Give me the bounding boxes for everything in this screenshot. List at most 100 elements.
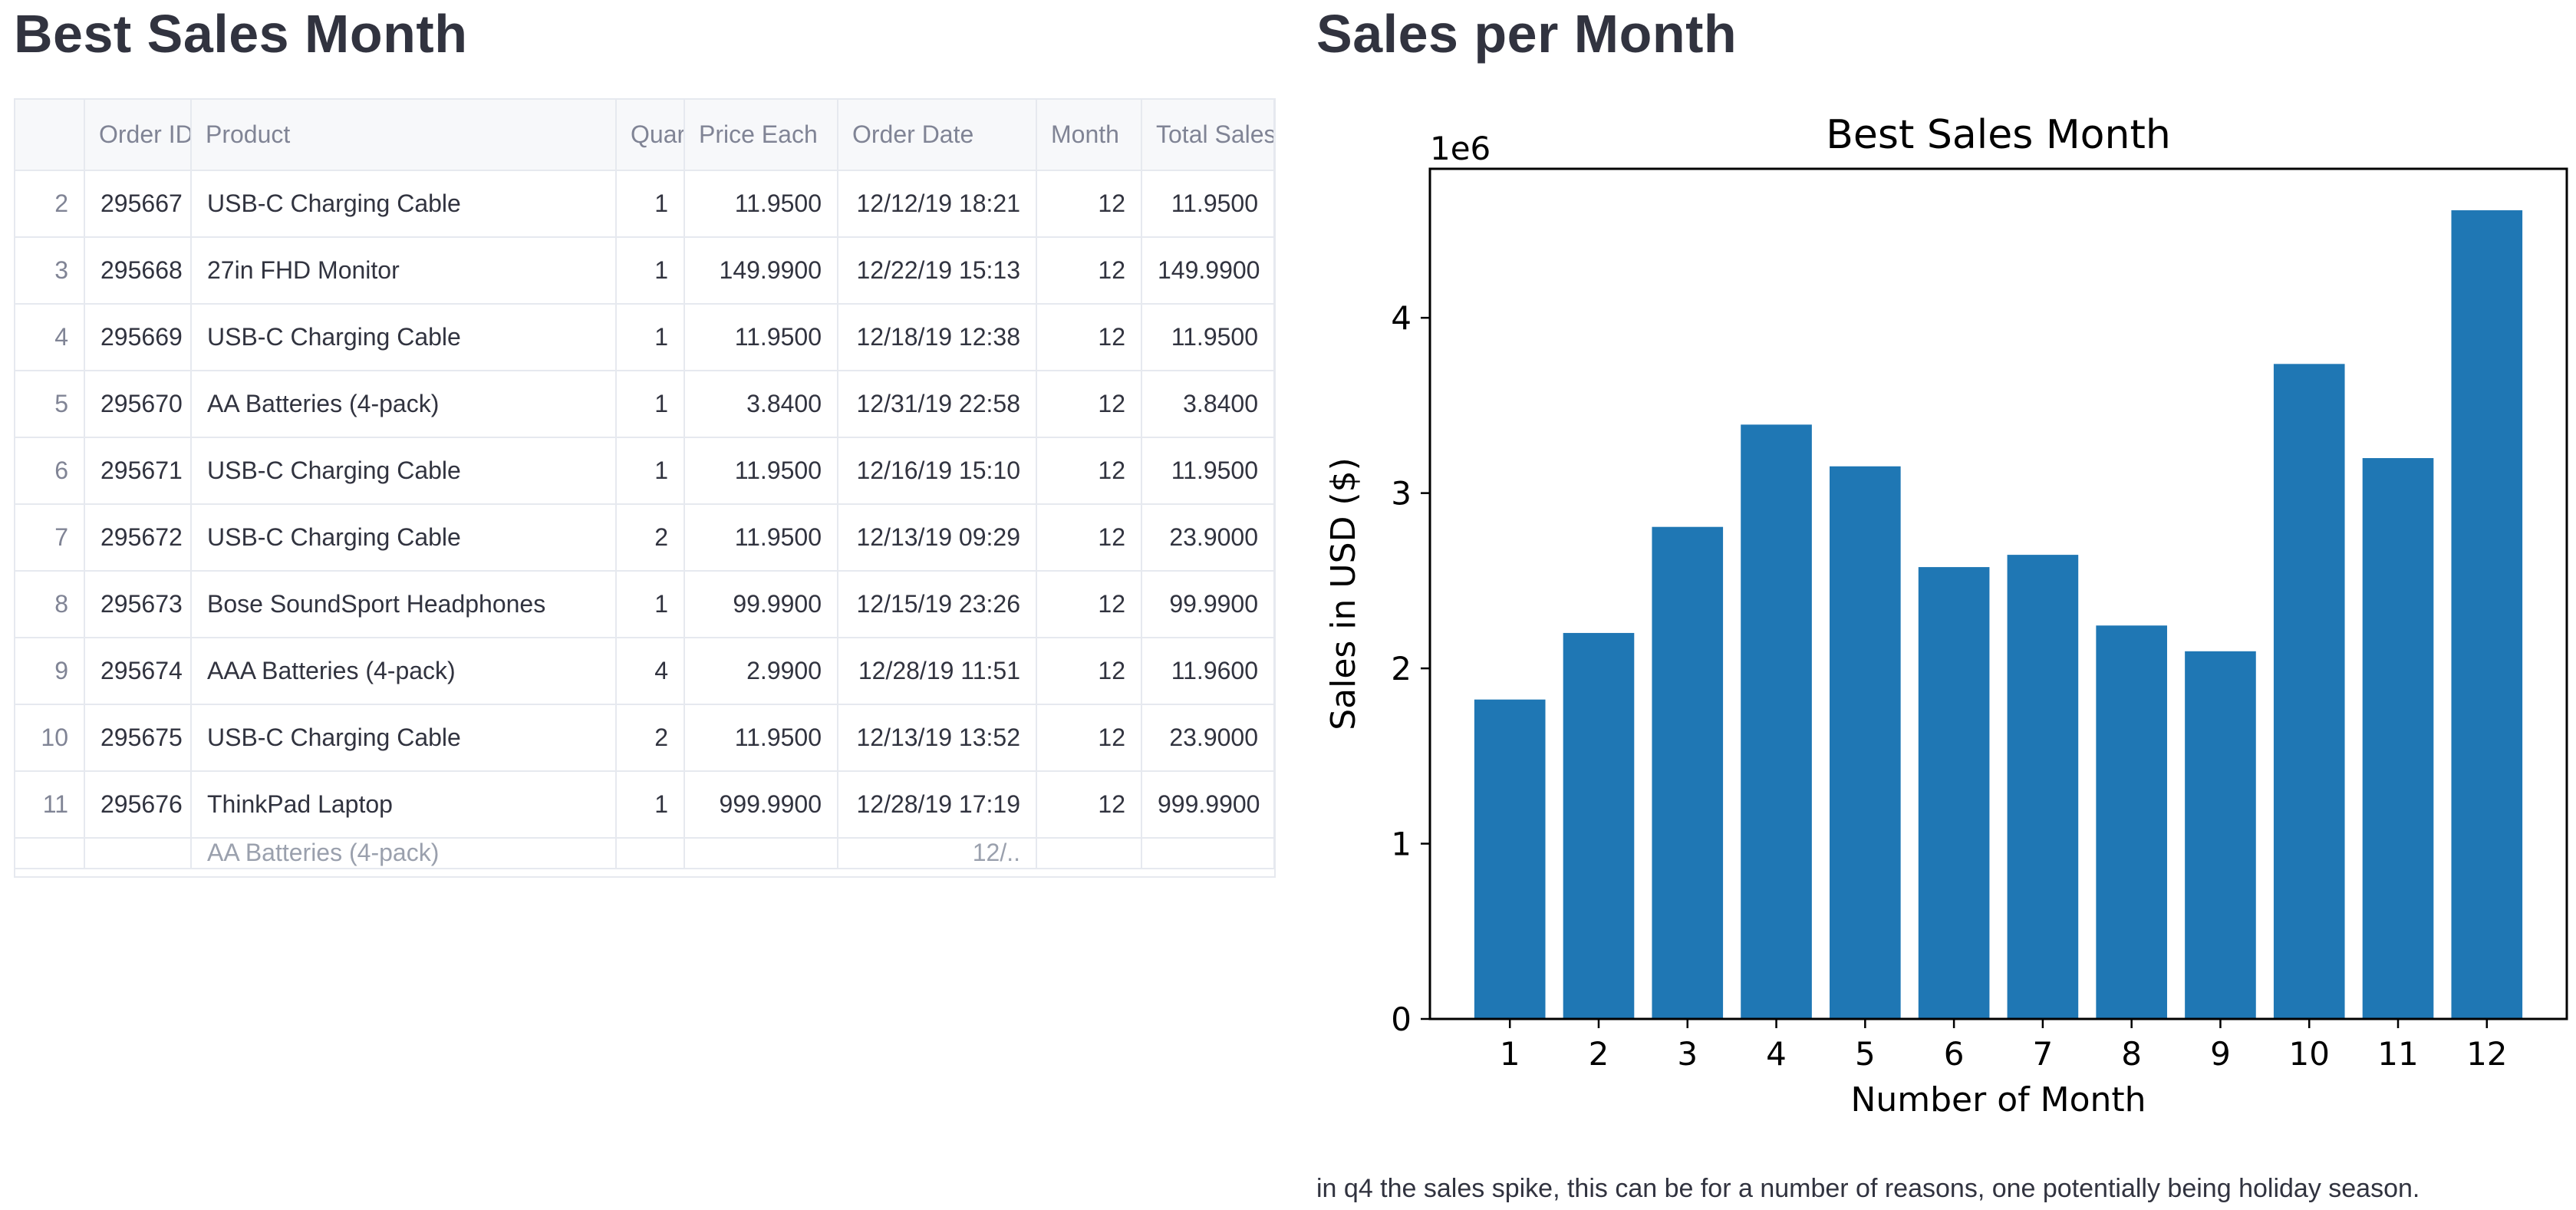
table-cell: 4 xyxy=(616,638,685,705)
table-cell: 295673 xyxy=(84,571,192,638)
bar-month-6 xyxy=(1918,567,1990,1019)
data-table: Order ID Product Quar Price Each Order Date M… xyxy=(15,100,1274,869)
table-cell: 149.9900 xyxy=(1141,237,1274,305)
table-cell: 12 xyxy=(1036,504,1142,572)
y-tick-label: 2 xyxy=(1391,650,1412,687)
table-row[interactable]: 2 295667 USB-C Charging Cable 1 11.9500 12/12… xyxy=(15,170,1274,238)
bar-month-5 xyxy=(1830,466,1901,1019)
table-cell: 12 xyxy=(1036,237,1142,305)
table-cell: 149.9900 xyxy=(684,237,838,305)
table-cell: 12/16/19 15:10 xyxy=(838,437,1037,505)
bar-month-10 xyxy=(2273,364,2345,1019)
table-cell: 23.9000 xyxy=(1141,504,1274,572)
table-cell: USB-C Charging Cable xyxy=(191,437,617,505)
table-cell: 11.9500 xyxy=(1141,437,1274,505)
y-tick-label: 0 xyxy=(1391,1001,1412,1038)
row-index: 7 xyxy=(15,504,85,572)
table-cell: 12/31/19 22:58 xyxy=(838,371,1037,438)
table-cell: 12/18/19 12:38 xyxy=(838,304,1037,371)
table-row[interactable]: 6 295671 USB-C Charging Cable 1 11.9500 12/16… xyxy=(15,437,1274,505)
y-tick-label: 3 xyxy=(1391,475,1412,513)
row-index: 11 xyxy=(15,771,85,839)
table-cell: USB-C Charging Cable xyxy=(191,170,617,238)
bar-month-9 xyxy=(2185,651,2256,1019)
table-body: 2 295667 USB-C Charging Cable 1 11.9500 12/12… xyxy=(15,170,1274,869)
table-cell: 23.9000 xyxy=(1141,704,1274,772)
table-cell: 12/15/19 23:26 xyxy=(838,571,1037,638)
chart-section-title: Sales per Month xyxy=(1316,4,1738,64)
x-tick-label: 3 xyxy=(1677,1035,1698,1073)
table-cell: AAA Batteries (4-pack) xyxy=(191,638,617,705)
x-tick-label: 10 xyxy=(2289,1035,2330,1073)
column-header[interactable]: Order ID xyxy=(84,100,192,171)
bar-month-7 xyxy=(2007,555,2079,1019)
x-tick-label: 1 xyxy=(1500,1035,1520,1073)
table-cell: 295670 xyxy=(84,371,192,438)
table-cell: 11.9500 xyxy=(684,170,838,238)
table-cell: 99.9900 xyxy=(1141,571,1274,638)
table-cell: 999.9900 xyxy=(1141,771,1274,839)
bar-month-8 xyxy=(2096,625,2167,1019)
table-row[interactable]: 8 295673 Bose SoundSport Headphones 1 99.990… xyxy=(15,571,1274,638)
table-cell: 12 xyxy=(1036,771,1142,839)
table-row[interactable]: 5 295670 AA Batteries (4-pack) 1 3.8400 12/31… xyxy=(15,371,1274,438)
x-tick-label: 5 xyxy=(1855,1035,1876,1073)
bar-month-1 xyxy=(1474,699,1546,1019)
x-axis-label: Number of Month xyxy=(1850,1080,2146,1119)
table-cell: 12/28/19 17:19 xyxy=(838,771,1037,839)
table-cell: USB-C Charging Cable xyxy=(191,304,617,371)
y-tick-label: 4 xyxy=(1391,299,1412,337)
index-header[interactable] xyxy=(15,100,85,171)
table-cell: AA Batteries (4-pack) xyxy=(191,371,617,438)
chart-title: Best Sales Month xyxy=(1826,112,2171,158)
bar-month-3 xyxy=(1652,526,1724,1019)
table-cell: 2.9900 xyxy=(684,638,838,705)
table-row[interactable]: 4 295669 USB-C Charging Cable 1 11.9500 12/18… xyxy=(15,304,1274,371)
table-cell: 12/28/19 11:51 xyxy=(838,638,1037,705)
column-header[interactable]: Order Date xyxy=(838,100,1037,171)
table-cell: 295672 xyxy=(84,504,192,572)
x-tick-label: 7 xyxy=(2033,1035,2054,1073)
table-cell: 11.9500 xyxy=(684,437,838,505)
table-row[interactable]: 10 295675 USB-C Charging Cable 2 11.9500 12/1… xyxy=(15,704,1274,772)
bar-chart: 1 2 3 4 5 6 7 8 9 10 11 12012341e6 Best Sales MonthN… xyxy=(1324,112,2568,1119)
column-header[interactable]: Total Sales xyxy=(1141,100,1274,171)
table-cell: 295676 xyxy=(84,771,192,839)
table-cell: 295675 xyxy=(84,704,192,772)
y-scale-label: 1e6 xyxy=(1430,130,1491,167)
column-header[interactable]: Price Each xyxy=(684,100,838,171)
table-cell: 1 xyxy=(616,304,685,371)
table-cell: 2 xyxy=(616,704,685,772)
table-cell: ThinkPad Laptop xyxy=(191,771,617,839)
bar-month-2 xyxy=(1563,632,1635,1019)
table-row[interactable]: 3 295668 27in FHD Monitor 1 149.9900 12/22/19… xyxy=(15,237,1274,305)
table-row[interactable]: 7 295672 USB-C Charging Cable 2 11.9500 12/13… xyxy=(15,504,1274,572)
chart-caption: in q4 the sales spike, this can be for a… xyxy=(1316,1174,2420,1203)
bar-month-12 xyxy=(2451,210,2523,1020)
table-cell: 12/22/19 15:13 xyxy=(838,237,1037,305)
bar-month-11 xyxy=(2362,458,2434,1019)
table-cell: 12/13/19 09:29 xyxy=(838,504,1037,572)
table-cell: 1 xyxy=(616,437,685,505)
y-axis-label: Sales in USD ($) xyxy=(1324,457,1363,730)
x-tick-label: 6 xyxy=(1944,1035,1965,1073)
x-tick-label: 2 xyxy=(1589,1035,1609,1073)
table-cell: 12/12/19 18:21 xyxy=(838,170,1037,238)
table-row[interactable]: 11 295676 ThinkPad Laptop 1 999.9900 12/28/19… xyxy=(15,771,1274,839)
column-header[interactable]: Quar xyxy=(616,100,685,171)
table-cell: 12 xyxy=(1036,371,1142,438)
table-cell: USB-C Charging Cable xyxy=(191,504,617,572)
table-cell xyxy=(1141,838,1274,869)
table-cell: 1 xyxy=(616,571,685,638)
sales-dataframe[interactable]: Order ID Product Quar Price Each Order Date M… xyxy=(14,98,1276,878)
bar-month-4 xyxy=(1741,424,1812,1019)
table-row[interactable]: 9 295674 AAA Batteries (4-pack) 4 2.9900 12/2… xyxy=(15,638,1274,705)
x-tick-label: 9 xyxy=(2210,1035,2231,1073)
table-cell: 1 xyxy=(616,170,685,238)
column-header[interactable]: Month xyxy=(1036,100,1142,171)
column-header[interactable]: Product xyxy=(191,100,617,171)
table-cell: 12 xyxy=(1036,304,1142,371)
table-cell: 3.8400 xyxy=(684,371,838,438)
x-tick-label: 8 xyxy=(2121,1035,2142,1073)
row-index: 6 xyxy=(15,437,85,505)
